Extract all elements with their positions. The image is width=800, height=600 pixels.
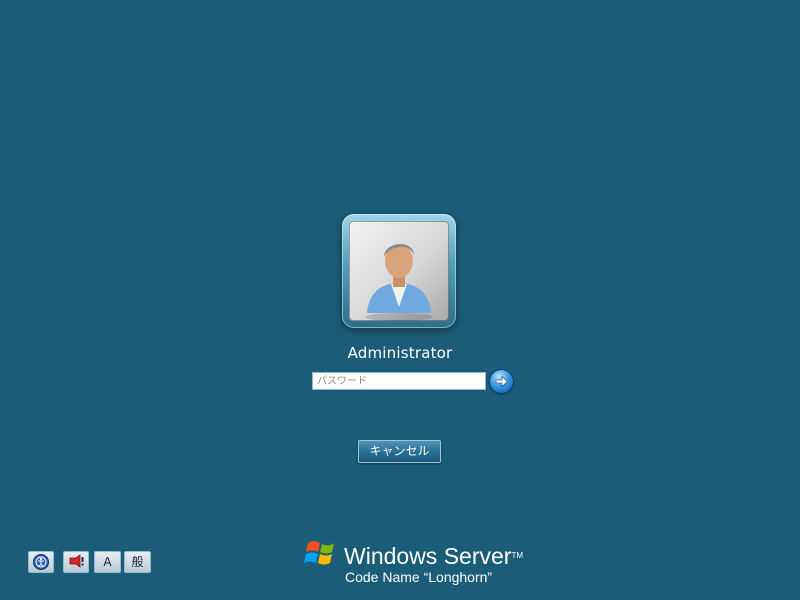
submit-button[interactable] xyxy=(490,370,513,393)
user-avatar-icon xyxy=(365,243,433,321)
windows-flag-icon xyxy=(304,541,334,565)
trademark: TM xyxy=(511,551,523,560)
user-name: Administrator xyxy=(347,344,453,362)
product-name: Windows ServerTM xyxy=(344,543,523,569)
user-avatar xyxy=(349,221,449,321)
cancel-button[interactable]: キャンセル xyxy=(358,440,441,463)
alert-button[interactable] xyxy=(63,551,89,573)
ime-mode-button[interactable]: A xyxy=(94,551,121,573)
ease-of-access-button[interactable] xyxy=(28,551,54,573)
user-tile[interactable] xyxy=(342,214,456,328)
ime-mode-label: A xyxy=(103,555,112,569)
alert-icon xyxy=(69,554,84,568)
logon-screen: Administrator キャンセル A 般 Windows ServerTM… xyxy=(0,0,800,600)
ime-kanji-label: 般 xyxy=(131,555,144,569)
password-input[interactable] xyxy=(312,372,486,390)
arrow-right-icon xyxy=(495,375,508,388)
ease-of-access-icon xyxy=(33,554,49,570)
ime-kanji-button[interactable]: 般 xyxy=(124,551,151,573)
product-subtitle: Code Name “Longhorn” xyxy=(345,569,493,585)
product-name-text: Windows Server xyxy=(344,543,512,569)
